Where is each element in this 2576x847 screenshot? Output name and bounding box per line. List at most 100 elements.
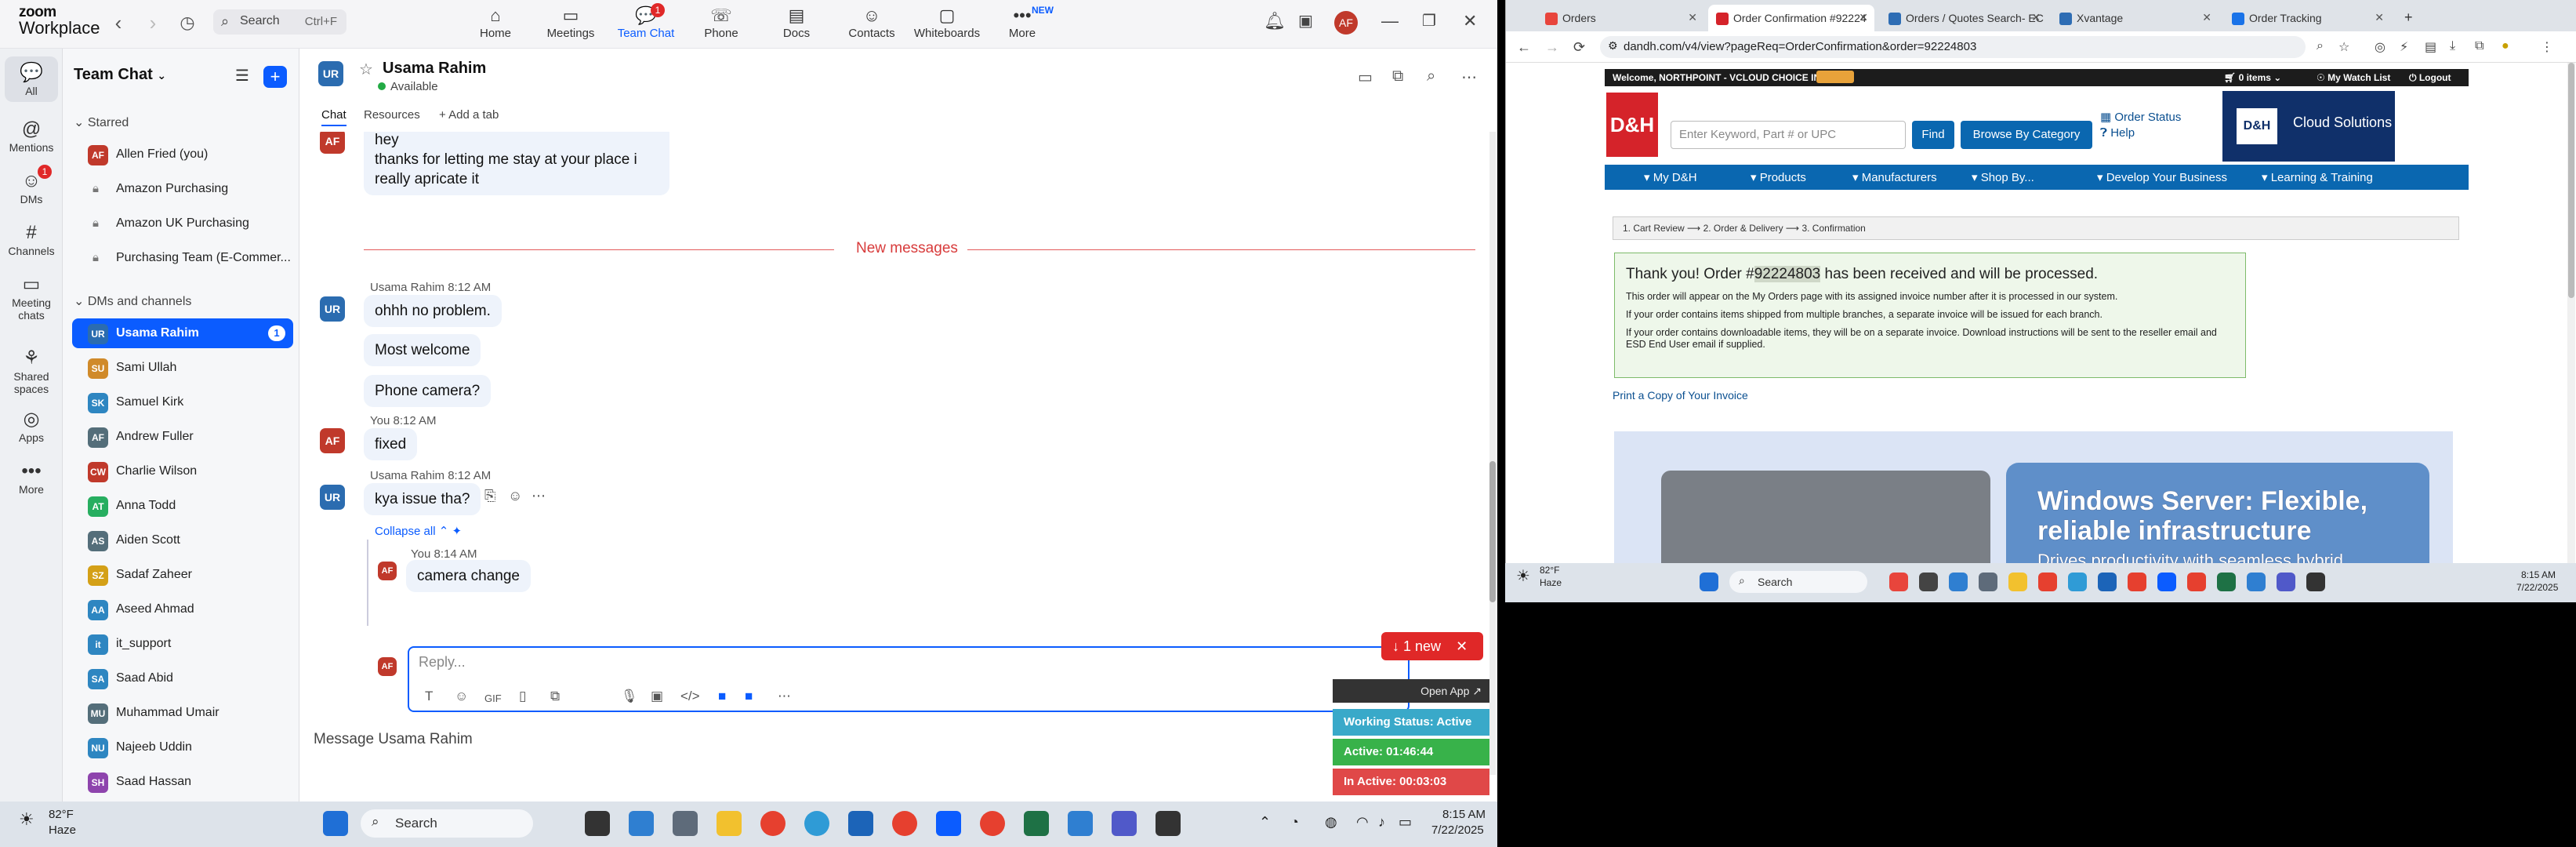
taskbar-app-icon[interactable]: [2038, 573, 2057, 591]
alert-badge[interactable]: [1816, 71, 1854, 83]
bell-icon[interactable]: 🔔︎: [1264, 11, 1286, 31]
app-icon[interactable]: ■: [718, 689, 726, 704]
close-tab-icon[interactable]: ✕: [1688, 11, 1697, 24]
message-bubble[interactable]: Most welcome: [364, 334, 481, 366]
tray-chevron-icon[interactable]: ⌃: [1259, 814, 1271, 831]
sidebar-item[interactable]: 🔒︎ Amazon UK Purchasing: [72, 209, 293, 238]
tab-meetings[interactable]: ▭ Meetings: [533, 6, 608, 45]
taskbar-app-icon[interactable]: [2306, 573, 2325, 591]
taskbar-app-icon[interactable]: [2187, 573, 2206, 591]
taskbar-app-icon[interactable]: [2128, 573, 2146, 591]
weather-icon[interactable]: ☀: [19, 809, 34, 830]
new-messages-pill[interactable]: ↓ 1 new ✕: [1381, 632, 1483, 660]
chrome-icon[interactable]: [760, 811, 785, 836]
extension-icon[interactable]: ⧉: [2475, 39, 2483, 53]
tab-phone[interactable]: ☏ Phone: [684, 6, 759, 45]
back-arrow-icon[interactable]: ‹: [107, 11, 130, 35]
sidebar-item-dm[interactable]: NU Najeeb Uddin: [72, 732, 293, 762]
browser-tab[interactable]: Orders / Quotes Search- EC ✕: [1881, 5, 2047, 31]
rail-dms[interactable]: ☺ DMs 1: [5, 165, 58, 210]
page-scrollbar[interactable]: [2567, 63, 2575, 563]
clock-time[interactable]: 8:15 AM: [1442, 808, 1486, 821]
url-bar[interactable]: ⚙ dandh.com/v4/view?pageReq=OrderConfirm…: [1600, 36, 2306, 58]
tab-contacts[interactable]: ☺ Contacts: [834, 6, 909, 45]
avatar[interactable]: AF: [1334, 11, 1358, 35]
restore-icon[interactable]: ❐: [1422, 11, 1436, 31]
download-icon[interactable]: ⤓: [2450, 39, 2455, 53]
sidebar-item-dm[interactable]: AS Aiden Scott: [72, 525, 293, 555]
tab-home[interactable]: ⌂ Home: [458, 6, 533, 45]
start-icon[interactable]: [1700, 573, 1718, 591]
rail-meeting-chats[interactable]: ▭ Meeting chats: [5, 268, 58, 326]
watch-list-link[interactable]: ☉ My Watch List: [2317, 72, 2390, 83]
filter-icon[interactable]: ☰: [235, 66, 249, 85]
taskbar-app-icon[interactable]: [2277, 573, 2295, 591]
find-button[interactable]: Find: [1912, 121, 1954, 149]
sidebar-item-dm[interactable]: MU Muhammad Umair: [72, 698, 293, 728]
dh-logo[interactable]: D&H: [1606, 93, 1658, 157]
zoom-icon[interactable]: ⌕: [2317, 39, 2324, 53]
cloud-solutions-banner[interactable]: D&H Cloud Solutions: [2222, 91, 2395, 162]
sidebar-item[interactable]: 🔒︎ Purchasing Team (E-Commer...: [72, 243, 293, 273]
start-icon[interactable]: [323, 811, 348, 836]
menu-icon[interactable]: ⋮: [2541, 39, 2553, 55]
taskbar-app-icon[interactable]: [1919, 573, 1938, 591]
file-icon[interactable]: ▯: [519, 689, 526, 704]
sidebar-item-dm[interactable]: SU Sami Ullah: [72, 353, 293, 383]
print-invoice-link[interactable]: Print a Copy of Your Invoice: [1613, 389, 1748, 402]
open-app-button[interactable]: Open App ↗: [1333, 679, 1489, 703]
search-icon[interactable]: ⌕: [1427, 67, 1435, 85]
profile-icon[interactable]: ●: [2502, 39, 2509, 53]
sidebar-item-dm[interactable]: SZ Sadaf Zaheer: [72, 560, 293, 590]
message-bubble[interactable]: camera change: [406, 560, 531, 592]
extension-icon[interactable]: ◎: [2375, 39, 2386, 55]
weather-icon[interactable]: ☀: [1516, 566, 1530, 586]
more-icon[interactable]: ⋯: [532, 488, 546, 504]
menu-item[interactable]: ▾ Products: [1751, 170, 1806, 184]
wifi-icon[interactable]: ◠: [1356, 814, 1369, 831]
sidebar-item-dm[interactable]: SA Saad Abid: [72, 663, 293, 693]
browser-tab[interactable]: Order Confirmation #92224 ✕: [1708, 5, 1874, 31]
message-bubble[interactable]: Phone camera?: [364, 375, 492, 407]
mic-icon[interactable]: 🎙︎: [621, 689, 638, 704]
history-icon[interactable]: ◷: [176, 13, 199, 33]
tab-docs[interactable]: ▤ Docs: [759, 6, 834, 45]
taskbar-app-icon[interactable]: [1949, 573, 1968, 591]
taskbar-search[interactable]: ⌕ Search: [1729, 571, 1867, 593]
browse-category-button[interactable]: Browse By Category: [1961, 121, 2092, 149]
logout-link[interactable]: ⏻ Logout: [2409, 72, 2451, 84]
video-icon[interactable]: ▭: [1358, 67, 1373, 87]
browser-tab[interactable]: Xvantage ✕: [2052, 5, 2218, 31]
clock-time[interactable]: 8:15 AM: [2521, 569, 2556, 580]
message-bubble[interactable]: fixed: [364, 428, 418, 460]
rail-channels[interactable]: # Channels: [5, 216, 58, 262]
reply-icon[interactable]: ⎘: [484, 488, 495, 504]
collapse-all-link[interactable]: Collapse all ⌃ ✦: [375, 524, 462, 538]
reload-icon[interactable]: ⟳: [1573, 39, 1585, 56]
close-tab-icon[interactable]: ✕: [1859, 11, 1868, 24]
tab-more[interactable]: ••• More NEW: [985, 5, 1060, 45]
chrome-icon[interactable]: [980, 811, 1005, 836]
message-input[interactable]: Message Usama Rahim: [314, 731, 473, 748]
menu-item[interactable]: ▾ Shop By...: [1972, 170, 2034, 184]
sidebar-item-dm[interactable]: SH Saad Hassan: [72, 767, 293, 797]
message-bubble[interactable]: hey thanks for letting me stay at your p…: [364, 132, 669, 195]
close-tab-icon[interactable]: ✕: [2202, 11, 2211, 24]
tray-icon[interactable]: ◍: [1325, 814, 1337, 831]
help-link[interactable]: ❓︎ Help: [2100, 125, 2181, 141]
message-bubble[interactable]: kya issue tha?: [364, 483, 481, 515]
taskbar-app-icon[interactable]: [1979, 573, 1997, 591]
taskbar-app-icon[interactable]: [2008, 573, 2027, 591]
taskbar-app-icon[interactable]: [1889, 573, 1908, 591]
clock-date[interactable]: 7/22/2025: [2516, 582, 2558, 593]
zoom-icon[interactable]: [936, 811, 961, 836]
video-clip-icon[interactable]: ▣: [651, 689, 663, 704]
rail-mentions[interactable]: @ Mentions: [5, 113, 58, 158]
tab-team-chat[interactable]: 💬 Team Chat 1: [608, 3, 684, 45]
sidebar-item[interactable]: AF Allen Fried (you): [72, 140, 293, 169]
excel-icon[interactable]: [1024, 811, 1049, 836]
weather-temp[interactable]: 82°F: [49, 808, 74, 821]
app-icon[interactable]: [1068, 811, 1093, 836]
more-icon[interactable]: ⋯: [778, 689, 791, 704]
code-icon[interactable]: </>: [680, 689, 700, 704]
